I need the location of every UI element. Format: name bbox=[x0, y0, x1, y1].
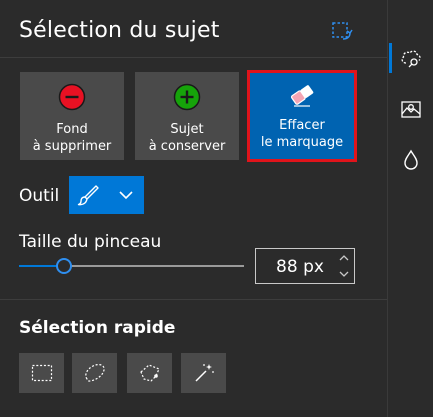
keep-subject-button[interactable]: Sujet à conserver bbox=[135, 72, 239, 160]
subject-selection-panel: Sélection du sujet Fond à supprimer Suje… bbox=[0, 0, 387, 417]
color-drop-rail-icon[interactable] bbox=[399, 148, 423, 172]
remove-background-button[interactable]: Fond à supprimer bbox=[20, 72, 124, 160]
tool-label: Outil bbox=[19, 186, 60, 206]
lasso-select-icon bbox=[84, 364, 105, 382]
polygon-lasso-icon bbox=[139, 364, 160, 382]
freehand-select-button[interactable] bbox=[72, 353, 117, 393]
keep-label-line2: à conserver bbox=[148, 139, 226, 154]
subject-selection-rail-icon[interactable] bbox=[399, 46, 423, 70]
selection-reset-icon[interactable] bbox=[331, 21, 353, 43]
erase-label-line2: le marquage bbox=[260, 135, 344, 150]
chevron-down-small-icon[interactable] bbox=[338, 268, 350, 280]
brush-size-value: 88 px bbox=[276, 257, 324, 277]
remove-label-line1: Fond bbox=[56, 122, 88, 137]
brush-size-label: Taille du pinceau bbox=[19, 232, 162, 252]
quick-selection-title: Sélection rapide bbox=[19, 318, 176, 338]
brush-icon bbox=[77, 185, 99, 206]
tool-dropdown[interactable] bbox=[69, 176, 144, 214]
polygon-select-button[interactable] bbox=[127, 353, 172, 393]
magic-wand-icon bbox=[194, 364, 214, 382]
keep-label-line1: Sujet bbox=[170, 122, 204, 137]
brush-size-input[interactable]: 88 px bbox=[255, 248, 355, 284]
magic-wand-button[interactable] bbox=[181, 353, 226, 393]
plus-circle-icon bbox=[173, 83, 201, 111]
chevron-down-icon bbox=[118, 191, 133, 200]
eraser-icon bbox=[290, 85, 314, 107]
minus-circle-icon bbox=[58, 83, 86, 111]
rectangle-select-button[interactable] bbox=[19, 353, 64, 393]
rectangle-select-icon bbox=[31, 364, 52, 382]
rail-active-indicator bbox=[389, 43, 392, 73]
section-divider bbox=[0, 299, 387, 300]
background-image-rail-icon[interactable] bbox=[399, 98, 423, 122]
brush-size-slider-thumb[interactable] bbox=[56, 258, 72, 274]
erase-marking-button[interactable]: Effacer le marquage bbox=[247, 70, 357, 162]
chevron-up-icon[interactable] bbox=[338, 252, 350, 264]
panel-title: Sélection du sujet bbox=[19, 18, 220, 43]
header-divider bbox=[0, 57, 387, 58]
erase-label-line1: Effacer bbox=[279, 118, 325, 133]
tool-dropdown-toggle[interactable] bbox=[107, 176, 144, 214]
remove-label-line2: à supprimer bbox=[32, 139, 112, 154]
tool-brush-option[interactable] bbox=[69, 176, 107, 214]
